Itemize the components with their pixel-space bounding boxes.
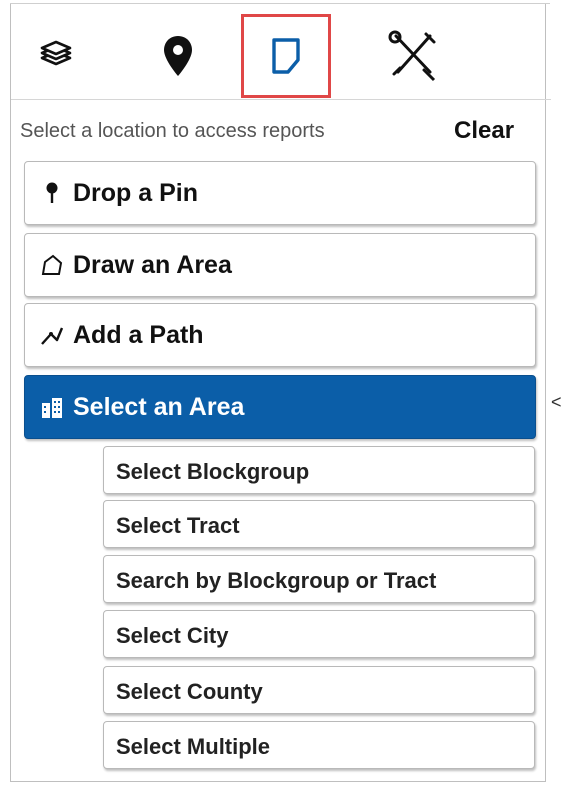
select-multiple-label: Select Multiple [116,734,271,759]
tab-tools[interactable] [367,14,457,98]
path-icon [37,320,67,350]
clear-button[interactable]: Clear [454,117,514,145]
select-city-option[interactable]: Select City [103,610,535,658]
pin-icon [37,178,67,208]
select-blockgroup-option[interactable]: Select Blockgroup [103,446,535,494]
select-tract-label: Select Tract [116,513,240,538]
add-path-label: Add a Path [73,320,204,349]
tools-icon [388,30,436,82]
layers-icon [40,40,72,66]
select-area-button[interactable]: Select an Area [24,375,536,439]
tab-reports[interactable] [241,14,331,98]
buildings-icon [37,392,67,422]
add-path-button[interactable]: Add a Path [24,303,536,367]
select-city-label: Select City [116,623,229,648]
draw-area-button[interactable]: Draw an Area [24,233,536,297]
tab-bar [11,4,551,100]
select-county-option[interactable]: Select County [103,666,535,714]
instruction-text: Select a location to access reports [20,120,325,142]
drop-pin-button[interactable]: Drop a Pin [24,161,536,225]
collapse-panel-toggle[interactable]: < [551,392,562,413]
polygon-icon [37,250,67,280]
select-area-label: Select an Area [73,392,245,421]
report-page-icon [272,38,300,74]
select-tract-option[interactable]: Select Tract [103,500,535,548]
search-blockgroup-tract-label: Search by Blockgroup or Tract [116,568,437,593]
select-blockgroup-label: Select Blockgroup [116,459,310,484]
draw-area-label: Draw an Area [73,250,232,279]
search-blockgroup-tract-option[interactable]: Search by Blockgroup or Tract [103,555,535,603]
tab-divider [11,99,551,100]
drop-pin-label: Drop a Pin [73,178,199,207]
map-pin-icon [164,36,192,76]
select-county-label: Select County [116,679,263,704]
tab-layers[interactable] [11,14,101,98]
tab-pin[interactable] [133,14,223,98]
select-multiple-option[interactable]: Select Multiple [103,721,535,769]
